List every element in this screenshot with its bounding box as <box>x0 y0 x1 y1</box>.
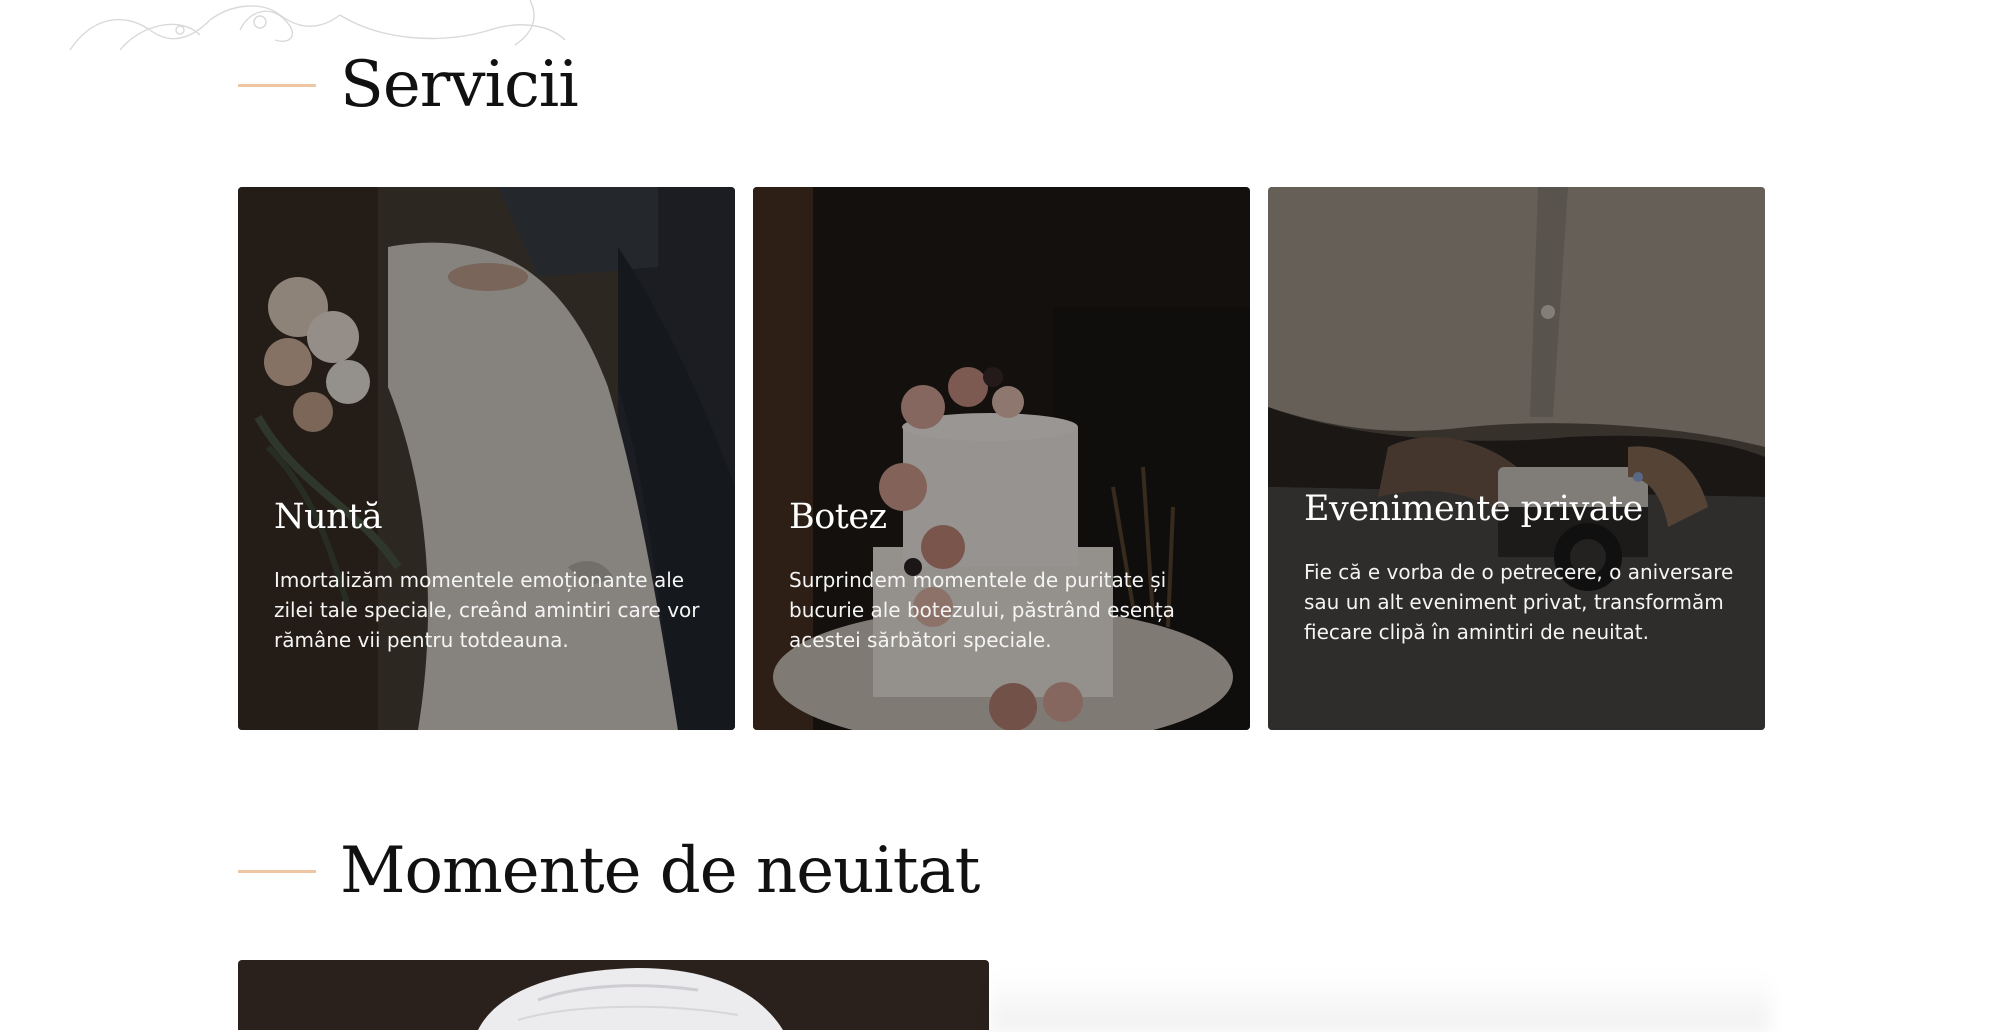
service-card-baptism[interactable]: Botez Surprindem momentele de puritate ș… <box>753 187 1250 730</box>
service-card-wedding[interactable]: Nuntă Imortalizăm momentele emoționante … <box>238 187 735 730</box>
heading-accent-line <box>238 83 316 87</box>
card-title: Botez <box>789 497 887 537</box>
services-heading-row: Servicii <box>238 40 579 130</box>
card-shadow <box>990 972 1770 1032</box>
card-title: Evenimente private <box>1304 489 1643 529</box>
service-card-private-events[interactable]: Evenimente private Fie că e vorba de o p… <box>1268 187 1765 730</box>
moments-heading-row: Momente de neuitat <box>238 826 980 916</box>
moments-photo-graphic <box>238 960 989 1030</box>
services-heading: Servicii <box>340 48 579 122</box>
card-description: Fie că e vorba de o petrecere, o anivers… <box>1304 560 1734 644</box>
services-cards: Nuntă Imortalizăm momentele emoționante … <box>238 187 1765 730</box>
card-title: Nuntă <box>274 497 383 537</box>
card-description: Imortalizăm momentele emoționante ale zi… <box>274 568 700 652</box>
moments-photo[interactable] <box>238 960 989 1030</box>
card-overlay <box>1268 187 1765 730</box>
moments-heading: Momente de neuitat <box>340 834 980 908</box>
heading-accent-line <box>238 869 316 873</box>
card-description: Surprindem momentele de puritate și bucu… <box>789 568 1175 652</box>
